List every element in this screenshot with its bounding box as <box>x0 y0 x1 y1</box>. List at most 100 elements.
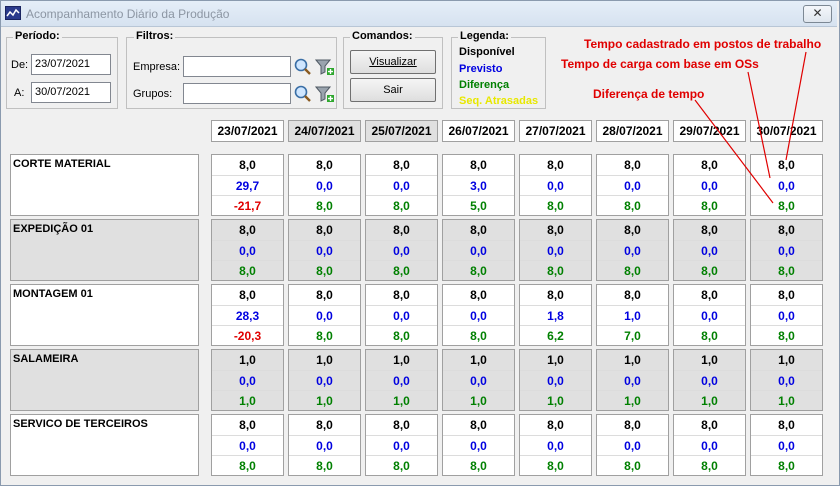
disponivel-value: 8,0 <box>239 288 256 302</box>
diferenca-value: 1,0 <box>443 390 514 410</box>
day-cell[interactable]: 8,0 0,0 8,0 <box>365 154 438 216</box>
diferenca-value: 8,0 <box>751 455 822 475</box>
empresa-input[interactable] <box>183 56 291 77</box>
day-cell[interactable]: 8,0 0,0 8,0 <box>673 219 746 281</box>
day-cell[interactable]: 8,0 0,0 8,0 <box>519 414 592 476</box>
previsto-value: 0,0 <box>289 240 360 260</box>
day-cell[interactable]: 1,0 0,0 1,0 <box>750 349 823 411</box>
disponivel-value: 8,0 <box>778 288 795 302</box>
previsto-value: 0,0 <box>212 435 283 455</box>
day-cell[interactable]: 8,0 3,0 5,0 <box>442 154 515 216</box>
day-cell[interactable]: 8,0 0,0 8,0 <box>673 284 746 346</box>
day-cell[interactable]: 8,0 0,0 8,0 <box>750 219 823 281</box>
diferenca-value: 8,0 <box>597 195 668 215</box>
grupos-search-icon[interactable] <box>293 84 313 104</box>
date-header-3[interactable]: 26/07/2021 <box>442 120 515 142</box>
day-cell[interactable]: 8,0 0,0 8,0 <box>519 219 592 281</box>
previsto-value: 0,0 <box>366 305 437 325</box>
day-cell[interactable]: 8,0 0,0 8,0 <box>365 219 438 281</box>
day-cell[interactable]: 8,0 0,0 8,0 <box>365 414 438 476</box>
day-cell[interactable]: 1,0 0,0 1,0 <box>288 349 361 411</box>
diferenca-value: 8,0 <box>520 195 591 215</box>
visualizar-label: Visualizar <box>369 56 417 68</box>
previsto-value: 0,0 <box>289 305 360 325</box>
date-header-5[interactable]: 28/07/2021 <box>596 120 669 142</box>
day-cell[interactable]: 1,0 0,0 1,0 <box>673 349 746 411</box>
day-cell[interactable]: 8,0 28,3 -20,3 <box>211 284 284 346</box>
day-cell[interactable]: 8,0 0,0 8,0 <box>673 414 746 476</box>
day-cell[interactable]: 8,0 0,0 8,0 <box>288 219 361 281</box>
day-cell[interactable]: 8,0 0,0 8,0 <box>750 154 823 216</box>
day-cell[interactable]: 8,0 0,0 8,0 <box>442 414 515 476</box>
previsto-value: 1,0 <box>597 305 668 325</box>
diferenca-value: 7,0 <box>597 325 668 345</box>
day-cell[interactable]: 1,0 0,0 1,0 <box>519 349 592 411</box>
de-date-input[interactable]: 23/07/2021 <box>31 54 111 75</box>
previsto-value: 0,0 <box>674 370 745 390</box>
date-header-7[interactable]: 30/07/2021 <box>750 120 823 142</box>
grupos-input[interactable] <box>183 83 291 104</box>
work-center-name[interactable]: SERVICO DE TERCEIROS <box>10 414 199 476</box>
day-cell[interactable]: 1,0 0,0 1,0 <box>211 349 284 411</box>
app-chart-icon <box>5 6 21 20</box>
date-header-2[interactable]: 25/07/2021 <box>365 120 438 142</box>
sair-button[interactable]: Sair <box>350 78 436 102</box>
day-cell[interactable]: 8,0 0,0 8,0 <box>288 154 361 216</box>
diferenca-value: 6,2 <box>520 325 591 345</box>
empresa-search-icon[interactable] <box>293 57 313 77</box>
disponivel-value: 8,0 <box>624 223 641 237</box>
day-cell[interactable]: 1,0 0,0 1,0 <box>442 349 515 411</box>
previsto-value: 0,0 <box>289 370 360 390</box>
day-cell[interactable]: 8,0 0,0 8,0 <box>365 284 438 346</box>
previsto-value: 0,0 <box>674 175 745 195</box>
date-header-6[interactable]: 29/07/2021 <box>673 120 746 142</box>
day-cell[interactable]: 8,0 0,0 8,0 <box>596 219 669 281</box>
diferenca-value: 8,0 <box>443 260 514 280</box>
empresa-label: Empresa: <box>133 61 181 73</box>
disponivel-value: 8,0 <box>316 418 333 432</box>
day-cell[interactable]: 8,0 29,7 -21,7 <box>211 154 284 216</box>
diferenca-value: 8,0 <box>674 455 745 475</box>
previsto-value: 0,0 <box>520 240 591 260</box>
diferenca-value: 8,0 <box>366 455 437 475</box>
day-cell[interactable]: 8,0 0,0 8,0 <box>673 154 746 216</box>
day-cell[interactable]: 8,0 0,0 8,0 <box>596 414 669 476</box>
disponivel-value: 8,0 <box>701 223 718 237</box>
day-cell[interactable]: 8,0 0,0 8,0 <box>211 414 284 476</box>
day-cell[interactable]: 8,0 0,0 8,0 <box>442 219 515 281</box>
empresa-add-filter-icon[interactable] <box>315 57 335 77</box>
day-cell[interactable]: 8,0 1,0 7,0 <box>596 284 669 346</box>
disponivel-value: 1,0 <box>701 353 718 367</box>
periodo-title: Período: <box>13 30 62 42</box>
work-center-name[interactable]: MONTAGEM 01 <box>10 284 199 346</box>
date-header-1[interactable]: 24/07/2021 <box>288 120 361 142</box>
day-cell[interactable]: 8,0 0,0 8,0 <box>288 414 361 476</box>
diferenca-value: 8,0 <box>443 455 514 475</box>
day-cell[interactable]: 8,0 0,0 8,0 <box>750 284 823 346</box>
visualizar-button[interactable]: Visualizar <box>350 50 436 74</box>
day-cell[interactable]: 8,0 0,0 8,0 <box>519 154 592 216</box>
day-cell[interactable]: 8,0 0,0 8,0 <box>596 154 669 216</box>
day-cell[interactable]: 1,0 0,0 1,0 <box>365 349 438 411</box>
previsto-value: 0,0 <box>520 435 591 455</box>
disponivel-value: 8,0 <box>624 418 641 432</box>
work-center-name[interactable]: SALAMEIRA <box>10 349 199 411</box>
a-date-input[interactable]: 30/07/2021 <box>31 82 111 103</box>
disponivel-value: 8,0 <box>239 158 256 172</box>
day-cell[interactable]: 1,0 0,0 1,0 <box>596 349 669 411</box>
day-cell[interactable]: 8,0 0,0 8,0 <box>750 414 823 476</box>
day-cell[interactable]: 8,0 0,0 8,0 <box>442 284 515 346</box>
date-header-0[interactable]: 23/07/2021 <box>211 120 284 142</box>
close-button[interactable]: ✕ <box>803 5 832 23</box>
day-cell[interactable]: 8,0 0,0 8,0 <box>211 219 284 281</box>
annotation-tempo-cadastrado: Tempo cadastrado em postos de trabalho <box>584 37 822 51</box>
grupos-add-filter-icon[interactable] <box>315 84 335 104</box>
disponivel-value: 8,0 <box>778 418 795 432</box>
work-center-name[interactable]: EXPEDIÇÃO 01 <box>10 219 199 281</box>
work-center-name[interactable]: CORTE MATERIAL <box>10 154 199 216</box>
previsto-value: 0,0 <box>366 370 437 390</box>
day-cell[interactable]: 8,0 1,8 6,2 <box>519 284 592 346</box>
diferenca-value: 1,0 <box>597 390 668 410</box>
day-cell[interactable]: 8,0 0,0 8,0 <box>288 284 361 346</box>
date-header-4[interactable]: 27/07/2021 <box>519 120 592 142</box>
